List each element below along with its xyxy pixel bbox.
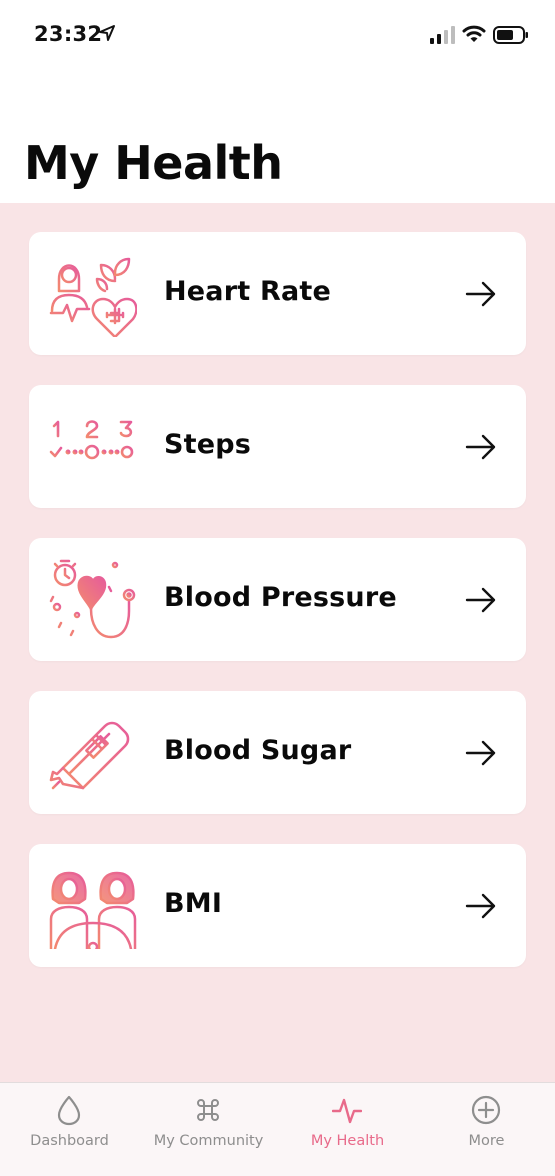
blood-pressure-card[interactable]: Blood Pressure bbox=[29, 538, 526, 661]
drop-icon bbox=[57, 1095, 81, 1126]
blood-sugar-icon bbox=[49, 721, 130, 790]
tab-more-label: More bbox=[468, 1133, 505, 1149]
tab-dashboard-label: Dashboard bbox=[30, 1133, 109, 1149]
battery-icon bbox=[493, 26, 528, 44]
blood-pressure-icon bbox=[49, 559, 136, 639]
steps-label: Steps bbox=[164, 429, 252, 460]
bmi-label: BMI bbox=[164, 888, 223, 919]
tab-my-health[interactable]: My Health bbox=[278, 1083, 417, 1176]
heart-rate-icon bbox=[49, 257, 137, 337]
tab-my-community[interactable]: My Community bbox=[139, 1083, 278, 1176]
tab-my-community-label: My Community bbox=[153, 1133, 264, 1149]
arrow-right-icon[interactable] bbox=[465, 892, 497, 920]
arrow-right-icon[interactable] bbox=[465, 739, 497, 767]
command-icon bbox=[197, 1099, 219, 1121]
arrow-right-icon[interactable] bbox=[465, 280, 497, 308]
bmi-card[interactable]: BMI bbox=[29, 844, 526, 967]
plus-circle-icon bbox=[471, 1095, 501, 1125]
blood-sugar-card[interactable]: Blood Sugar bbox=[29, 691, 526, 814]
cellular-signal-icon bbox=[430, 26, 455, 44]
blood-sugar-label: Blood Sugar bbox=[164, 735, 352, 766]
location-arrow-icon bbox=[99, 25, 115, 41]
tab-dashboard[interactable]: Dashboard bbox=[0, 1083, 139, 1176]
status-bar: 23:32 bbox=[0, 0, 555, 70]
bmi-icon bbox=[49, 871, 137, 949]
arrow-right-icon[interactable] bbox=[465, 586, 497, 614]
arrow-right-icon[interactable] bbox=[465, 433, 497, 461]
tab-bar: Dashboard My Community My Health More bbox=[0, 1082, 555, 1176]
blood-pressure-label: Blood Pressure bbox=[164, 582, 397, 613]
heart-rate-label: Heart Rate bbox=[164, 276, 331, 307]
steps-icon bbox=[49, 420, 134, 468]
tab-my-health-label: My Health bbox=[310, 1133, 385, 1149]
wifi-icon bbox=[462, 25, 486, 42]
heart-rate-card[interactable]: Heart Rate bbox=[29, 232, 526, 355]
pulse-icon bbox=[332, 1098, 362, 1124]
tab-more[interactable]: More bbox=[417, 1083, 555, 1176]
steps-card[interactable]: Steps bbox=[29, 385, 526, 508]
page-title: My Health bbox=[24, 136, 283, 190]
status-time: 23:32 bbox=[34, 22, 103, 46]
health-list: Heart Rate Steps Blood Pressure Blood Su… bbox=[0, 203, 555, 1082]
